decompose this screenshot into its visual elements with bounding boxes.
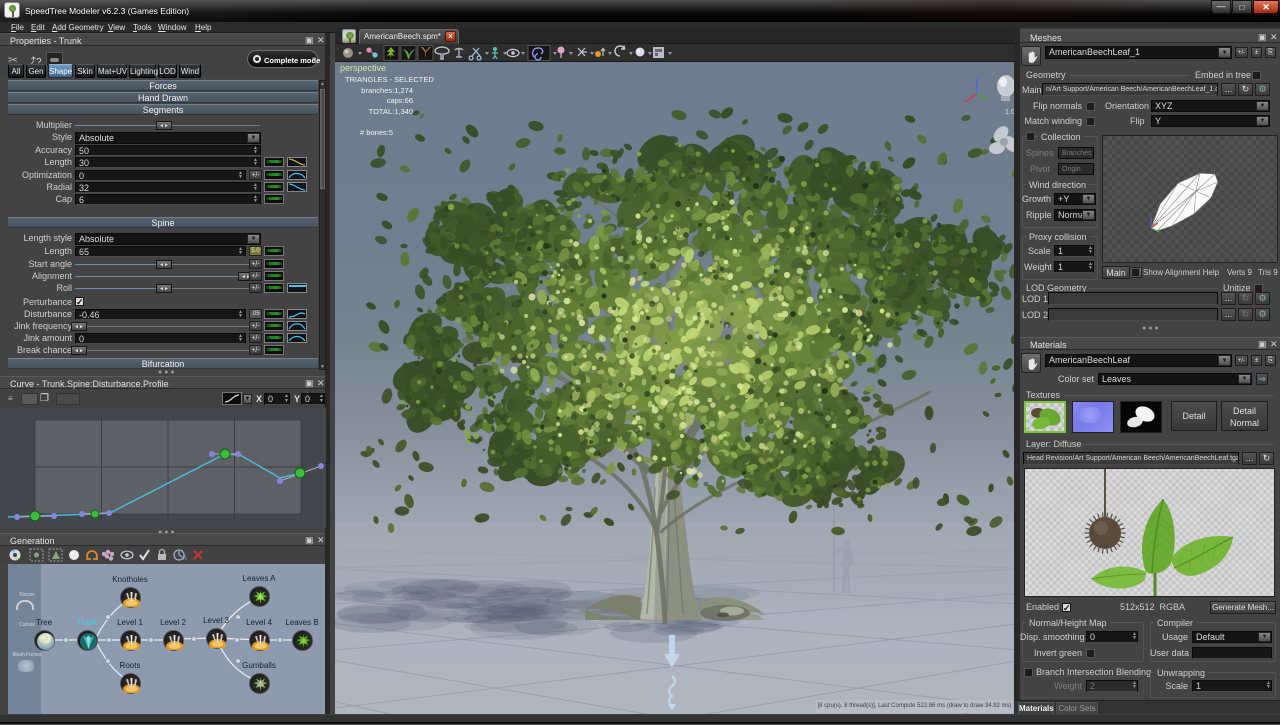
- svg-text:A: A: [183, 556, 187, 562]
- svg-text:1.00: 1.00: [1005, 109, 1014, 116]
